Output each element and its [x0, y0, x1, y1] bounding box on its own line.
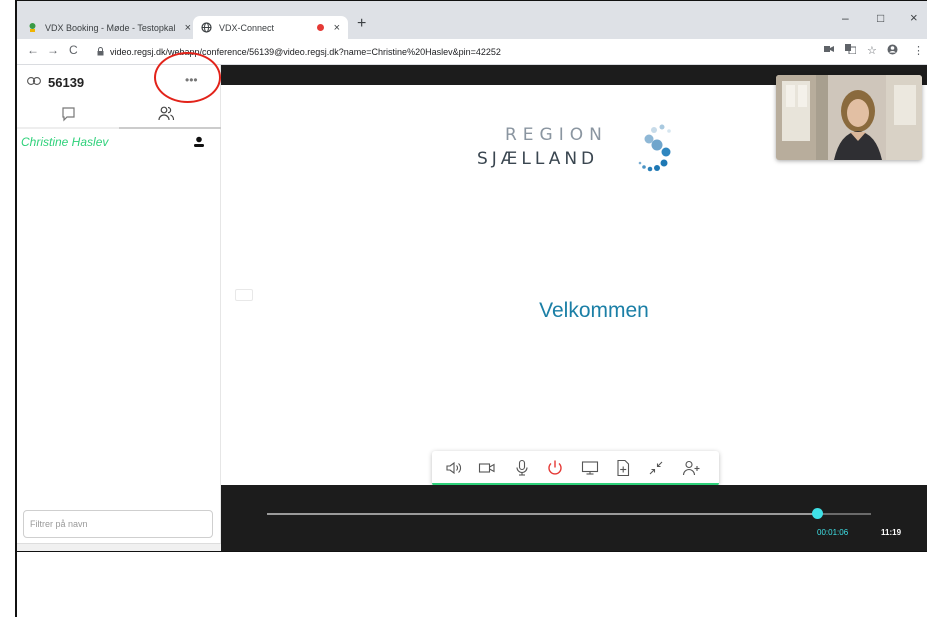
- participants-icon: [158, 106, 175, 121]
- timeline-progress: [267, 513, 817, 515]
- timeline-bar: 00:01:06 11:19: [221, 485, 927, 551]
- camera-permission-icon[interactable]: [824, 44, 834, 56]
- close-window-button[interactable]: ×: [910, 10, 918, 25]
- lock-icon: [97, 46, 104, 58]
- elapsed-time: 00:01:06: [817, 528, 849, 537]
- minimize-icon: [649, 461, 663, 475]
- call-controls-toolbar: [432, 451, 719, 486]
- microphone-icon: [516, 459, 528, 476]
- add-file-button[interactable]: [613, 458, 633, 478]
- new-tab-button[interactable]: +: [357, 15, 366, 33]
- list-item[interactable]: Christine Haslev: [21, 133, 217, 153]
- reload-icon[interactable]: C: [69, 43, 78, 57]
- browser-tab-booking[interactable]: VDX Booking - Møde - Testopkal ×: [19, 16, 199, 39]
- active-tab-indicator: [119, 127, 221, 129]
- document-border-bottom: [15, 551, 927, 552]
- profile-icon[interactable]: [887, 44, 898, 58]
- translate-icon[interactable]: [845, 44, 857, 57]
- camera-icon: [478, 463, 495, 473]
- sidebar-footer: [17, 543, 221, 551]
- forward-arrow-icon[interactable]: →: [47, 43, 59, 57]
- vdx-connect-app: 56139 ••• Christine Haslev Filtrer på na…: [17, 65, 927, 551]
- hang-up-button[interactable]: [545, 458, 565, 478]
- browser-tab-vdx-connect[interactable]: VDX-Connect ×: [193, 16, 348, 39]
- self-view-image: [776, 75, 922, 160]
- add-file-icon: [617, 459, 630, 477]
- welcome-message: Velkommen: [539, 299, 649, 322]
- add-participant-button[interactable]: [681, 458, 701, 478]
- close-tab-icon[interactable]: ×: [185, 22, 191, 34]
- screen-share-icon: [581, 461, 599, 475]
- sidebar: 56139 ••• Christine Haslev: [17, 65, 221, 551]
- logo-dots-icon: [638, 124, 671, 172]
- tab-chat[interactable]: [57, 104, 81, 124]
- logo-line-1: REGION: [505, 125, 608, 145]
- add-person-icon: [682, 460, 700, 476]
- tab-title: VDX Booking - Møde - Testopkal: [45, 22, 176, 33]
- minimize-view-button[interactable]: [646, 458, 666, 478]
- call-timeline-slider[interactable]: [267, 508, 871, 519]
- browser-tab-strip: VDX Booking - Møde - Testopkal × VDX-Con…: [17, 1, 927, 39]
- browser-menu-icon[interactable]: ⋮: [913, 44, 924, 57]
- recording-indicator-icon: [316, 24, 324, 31]
- speaker-icon: [446, 461, 461, 475]
- microphone-button[interactable]: [512, 458, 532, 478]
- globe-icon: [201, 22, 212, 33]
- filter-by-name-input[interactable]: [23, 510, 213, 538]
- close-tab-icon[interactable]: ×: [334, 22, 340, 34]
- bookmark-star-icon[interactable]: ☆: [867, 44, 877, 57]
- sidebar-tabs: [17, 101, 221, 129]
- room-number: 56139: [48, 75, 85, 90]
- screenshot: VDX Booking - Møde - Testopkal × VDX-Con…: [17, 1, 927, 551]
- logo-line-2: SJÆLLAND: [477, 149, 599, 169]
- chat-icon: [62, 107, 75, 122]
- user-icon: [193, 135, 205, 149]
- self-view-video[interactable]: [776, 75, 922, 160]
- annotation-highlight-circle: [154, 52, 221, 103]
- minimize-window-button[interactable]: –: [842, 11, 849, 25]
- back-arrow-icon[interactable]: ←: [27, 43, 39, 57]
- video-stage: REGION SJÆLLAND Velkommen 00:01:06 11:19: [221, 65, 927, 551]
- speaker-button[interactable]: [444, 458, 464, 478]
- camera-button[interactable]: [477, 458, 497, 478]
- link-icon[interactable]: [27, 76, 41, 88]
- current-time: 11:19: [881, 528, 902, 537]
- timeline-handle[interactable]: [811, 508, 823, 519]
- region-sjaelland-logo: REGION SJÆLLAND: [475, 124, 695, 185]
- maximize-window-button[interactable]: □: [877, 11, 884, 25]
- screen-share-button[interactable]: [580, 458, 600, 478]
- power-icon: [548, 460, 562, 475]
- vdx-leaf-icon: [27, 22, 38, 33]
- browser-toolbar: ← → C video.regsj.dk/webapp/conference/5…: [17, 39, 927, 65]
- tab-participants[interactable]: [155, 104, 179, 124]
- tab-title: VDX-Connect: [219, 22, 275, 33]
- participant-name: Christine Haslev: [21, 135, 109, 149]
